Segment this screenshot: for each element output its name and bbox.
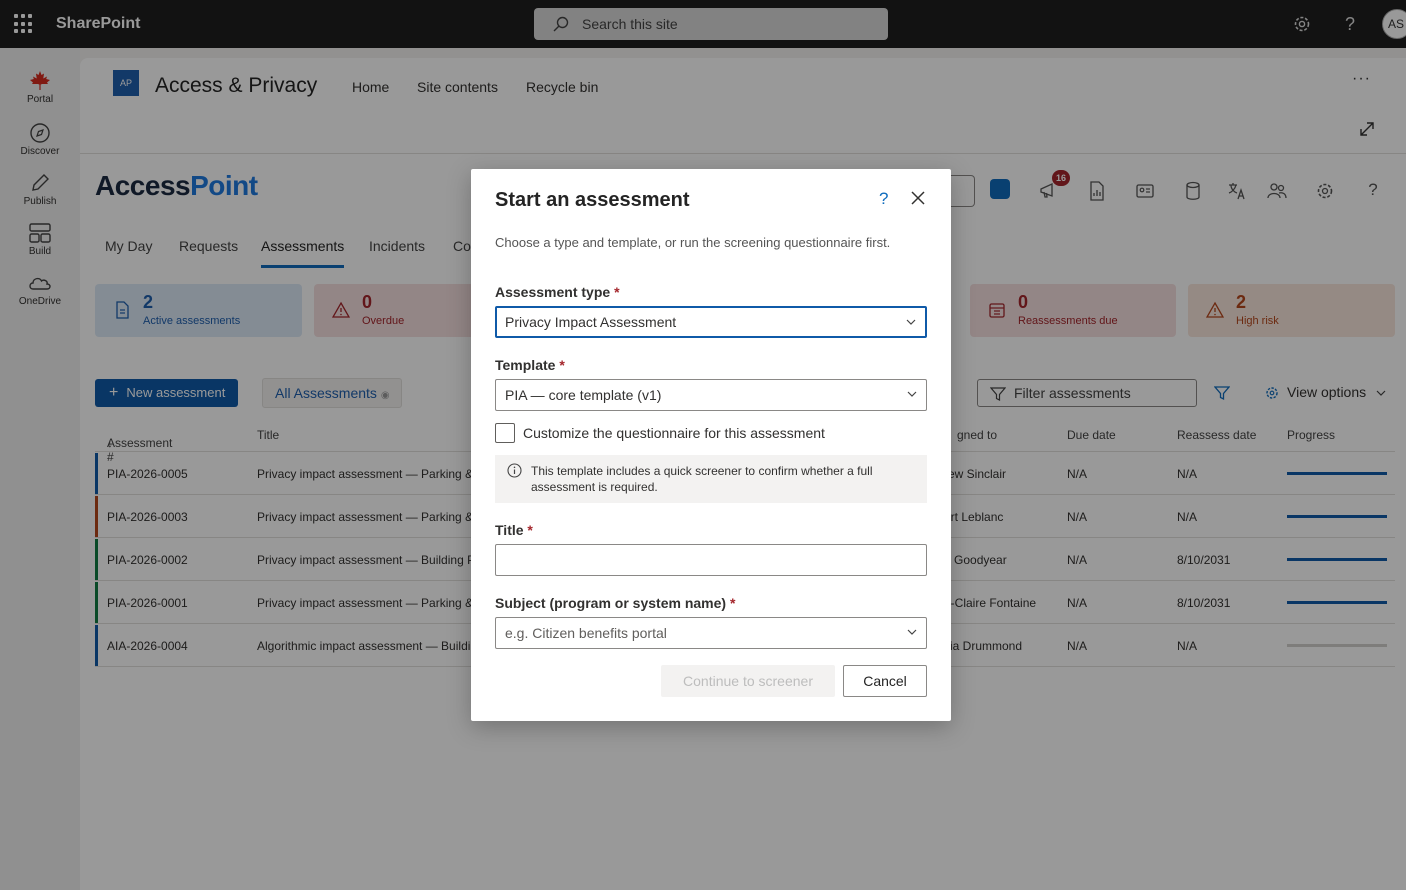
- required-asterisk: *: [729, 595, 736, 611]
- assessment-type-value: Privacy Impact Assessment: [505, 314, 677, 330]
- assessment-type-dropdown[interactable]: Privacy Impact Assessment: [495, 306, 927, 338]
- required-asterisk: *: [614, 284, 620, 300]
- chevron-down-icon: [906, 319, 916, 325]
- dialog-subtitle: Choose a type and template, or run the s…: [495, 235, 891, 250]
- continue-to-screener-button[interactable]: Continue to screener: [661, 665, 835, 697]
- info-text: This template includes a quick screener …: [531, 464, 873, 494]
- close-icon[interactable]: [911, 191, 925, 205]
- required-asterisk: *: [559, 357, 565, 373]
- assessment-type-label: Assessment type *: [495, 284, 620, 300]
- chevron-down-icon: [907, 629, 917, 635]
- cancel-button[interactable]: Cancel: [843, 665, 927, 697]
- customize-questionnaire-label[interactable]: Customize the questionnaire for this ass…: [523, 425, 825, 441]
- template-info-banner: This template includes a quick screener …: [495, 455, 927, 503]
- start-assessment-dialog: Start an assessment ? Choose a type and …: [471, 169, 951, 721]
- subject-combobox[interactable]: e.g. Citizen benefits portal: [495, 617, 927, 649]
- subject-placeholder: e.g. Citizen benefits portal: [505, 625, 667, 641]
- dialog-title: Start an assessment: [495, 189, 690, 211]
- info-icon: [507, 463, 522, 478]
- chevron-down-icon: [907, 391, 917, 397]
- template-dropdown[interactable]: PIA — core template (v1): [495, 379, 927, 411]
- dialog-help-icon[interactable]: ?: [879, 189, 888, 209]
- required-asterisk: *: [527, 522, 533, 538]
- title-label: Title *: [495, 522, 533, 538]
- template-value: PIA — core template (v1): [505, 387, 662, 403]
- customize-questionnaire-checkbox[interactable]: [495, 423, 515, 443]
- template-label: Template *: [495, 357, 565, 373]
- title-input[interactable]: [495, 544, 927, 576]
- subject-label: Subject (program or system name) *: [495, 595, 736, 611]
